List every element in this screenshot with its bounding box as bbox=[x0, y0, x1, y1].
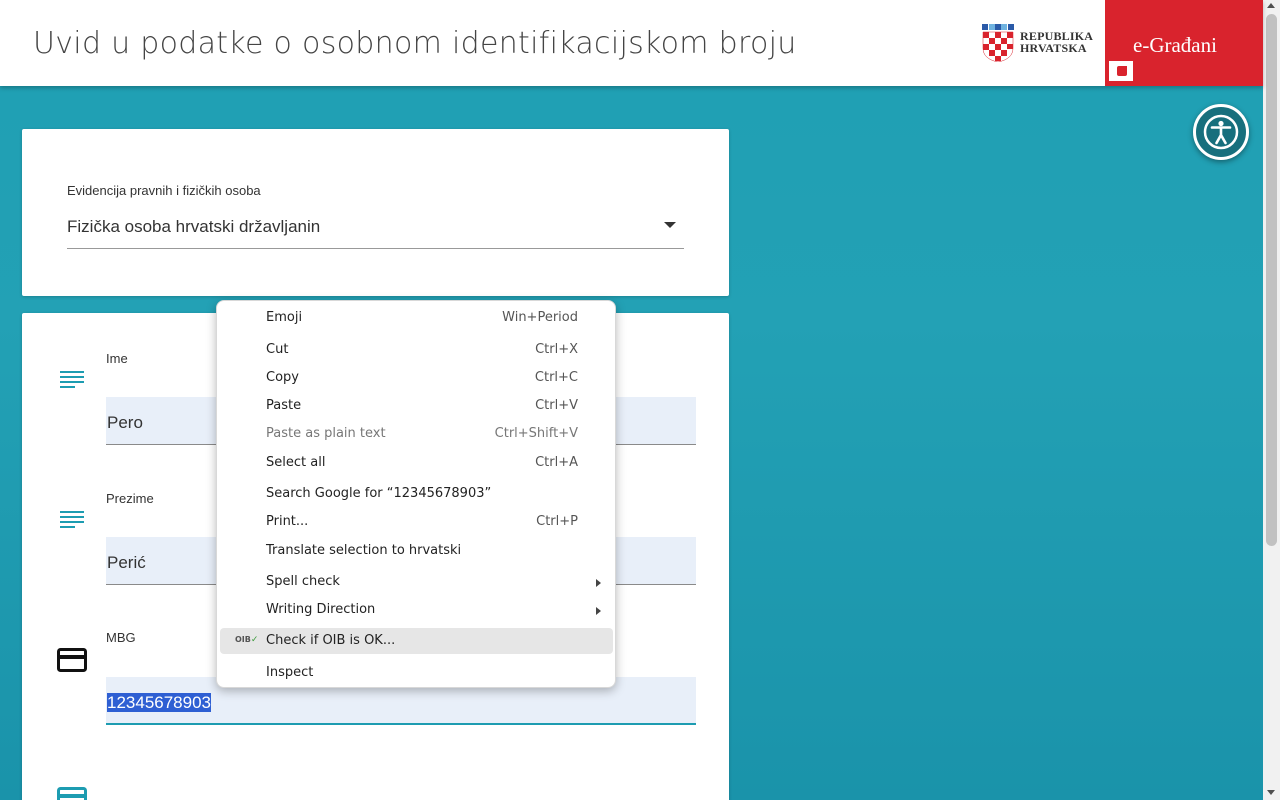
app-header: Uvid u podatke o osobnom identifikacijsk… bbox=[0, 0, 1263, 86]
accessibility-button[interactable] bbox=[1193, 104, 1249, 160]
menu-item-paste-plain[interactable]: Paste as plain text Ctrl+Shift+V bbox=[217, 422, 615, 446]
selected-text: 12345678903 bbox=[107, 693, 212, 712]
page-scrollbar[interactable] bbox=[1263, 0, 1280, 800]
context-menu: Emoji Win+Period Cut Ctrl+X Copy Ctrl+C … bbox=[216, 300, 616, 688]
oib-check-icon: OIB✓ bbox=[235, 635, 259, 645]
ime-label: Ime bbox=[106, 351, 128, 366]
menu-item-copy[interactable]: Copy Ctrl+C bbox=[217, 366, 615, 390]
menu-item-paste[interactable]: Paste Ctrl+V bbox=[217, 394, 615, 418]
menu-item-inspect[interactable]: Inspect bbox=[217, 661, 615, 685]
menu-item-select-all[interactable]: Select all Ctrl+A bbox=[217, 451, 615, 475]
evidence-select-label: Evidencija pravnih i fizičkih osoba bbox=[67, 183, 261, 198]
card-icon bbox=[57, 787, 87, 800]
prezime-label: Prezime bbox=[106, 491, 154, 506]
text-lines-icon bbox=[60, 371, 84, 388]
external-link-icon bbox=[1109, 61, 1133, 81]
dropdown-arrow-icon[interactable] bbox=[664, 222, 676, 228]
e-gradani-button[interactable]: e-Građani bbox=[1105, 0, 1263, 86]
menu-item-check-oib[interactable]: OIB✓ Check if OIB is OK... bbox=[220, 628, 613, 654]
e-gradani-label: e-Građani bbox=[1133, 33, 1217, 57]
menu-item-writing-direction[interactable]: Writing Direction bbox=[217, 598, 615, 622]
scroll-up-icon[interactable] bbox=[1267, 3, 1275, 8]
submenu-arrow-icon bbox=[596, 607, 601, 615]
menu-item-emoji[interactable]: Emoji Win+Period bbox=[217, 306, 615, 330]
evidence-select[interactable]: Fizička osoba hrvatski državljanin bbox=[67, 217, 320, 237]
card-icon bbox=[57, 648, 87, 672]
scroll-thumb[interactable] bbox=[1266, 14, 1277, 546]
menu-item-cut[interactable]: Cut Ctrl+X bbox=[217, 338, 615, 362]
accessibility-icon bbox=[1203, 114, 1239, 150]
submenu-arrow-icon bbox=[596, 579, 601, 587]
menu-item-translate[interactable]: Translate selection to hrvatski bbox=[217, 539, 615, 563]
page-title: Uvid u podatke o osobnom identifikacijsk… bbox=[33, 26, 797, 61]
republika-hrvatska-logo[interactable]: REPUBLIKA HRVATSKA bbox=[982, 24, 1093, 64]
menu-item-search-google[interactable]: Search Google for “12345678903” bbox=[217, 482, 615, 506]
evidence-select-card: Evidencija pravnih i fizičkih osoba Fizi… bbox=[22, 129, 729, 296]
menu-item-spell-check[interactable]: Spell check bbox=[217, 570, 615, 594]
menu-item-print[interactable]: Print... Ctrl+P bbox=[217, 510, 615, 534]
croatian-shield-icon bbox=[982, 24, 1014, 62]
mbg-label: MBG bbox=[106, 630, 136, 645]
logo-line-2: HRVATSKA bbox=[1020, 41, 1087, 55]
select-underline bbox=[67, 248, 684, 249]
text-lines-icon bbox=[60, 511, 84, 528]
scroll-down-icon[interactable] bbox=[1267, 790, 1275, 795]
